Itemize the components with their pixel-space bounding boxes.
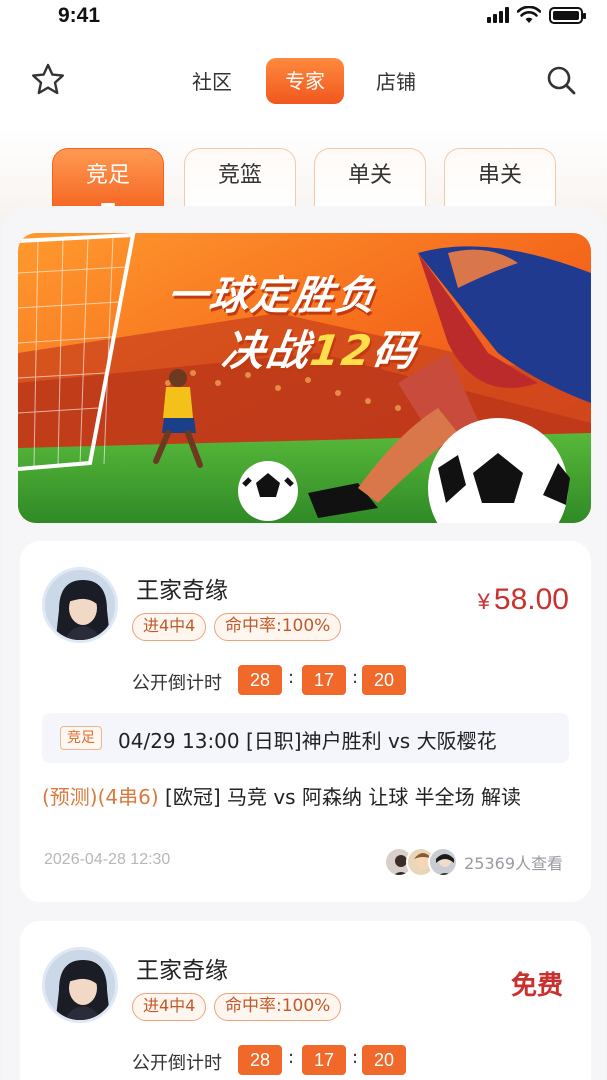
countdown-label: 公开倒计时	[132, 1053, 222, 1074]
countdown-separator: :	[352, 667, 359, 688]
status-time: 9:41	[58, 4, 101, 27]
viewer-avatar	[428, 847, 459, 877]
countdown-minutes: 17	[302, 1045, 346, 1075]
price-free: 免费	[510, 971, 563, 1001]
star-icon[interactable]	[30, 62, 66, 98]
signal-icon	[487, 7, 509, 23]
countdown-separator: :	[288, 1047, 295, 1068]
countdown-separator: :	[352, 1047, 359, 1068]
price: ¥58.00	[477, 583, 569, 616]
streak-badge: 进4中4	[132, 613, 207, 641]
search-icon[interactable]	[545, 64, 577, 96]
expert-card[interactable]: 王家奇缘 进4中4 命中率:100% ¥58.00 公开倒计时 28 : 17 …	[20, 541, 591, 902]
tab-community[interactable]: 社区	[192, 68, 232, 96]
match-text: 04/29 13:00 [日职]神户胜利 vs 大阪樱花	[118, 729, 497, 753]
countdown-hours: 28	[238, 665, 282, 695]
match-tag: 竞足	[60, 726, 102, 750]
expert-name[interactable]: 王家奇缘	[136, 951, 228, 985]
sport-tab-single[interactable]: 单关	[314, 148, 426, 210]
forecast-text[interactable]: (预测)(4串6) [欧冠] 马竞 vs 阿森纳 让球 半全场 解读	[42, 781, 521, 810]
publish-time: 2026-04-28 12:30	[44, 851, 171, 868]
promo-banner[interactable]: 一球定胜负 决战12码	[18, 233, 591, 523]
sport-tab-basketball[interactable]: 竞篮	[184, 148, 296, 210]
banner-subtitle: 决战12码	[219, 326, 421, 375]
hit-rate-badge: 命中率:100%	[214, 613, 342, 641]
status-bar: 9:41	[0, 0, 607, 38]
wifi-icon	[517, 6, 541, 23]
status-icons	[487, 6, 586, 24]
expert-card[interactable]: 王家奇缘 进4中4 命中率:100% 免费 公开倒计时 28 : 17 : 20	[20, 921, 591, 1080]
tab-store[interactable]: 店铺	[376, 68, 416, 96]
top-nav: 社区 专家 店铺	[0, 38, 607, 128]
sport-tabs: 竞足 竞篮 单关 串关	[0, 128, 607, 218]
match-row[interactable]: 竞足 04/29 13:00 [日职]神户胜利 vs 大阪樱花	[42, 713, 569, 763]
countdown-seconds: 20	[362, 665, 406, 695]
avatar[interactable]	[42, 567, 118, 643]
streak-badge: 进4中4	[132, 993, 207, 1021]
avatar[interactable]	[42, 947, 118, 1023]
hit-rate-badge: 命中率:100%	[214, 993, 342, 1021]
tab-experts[interactable]: 专家	[266, 58, 344, 104]
sport-tab-parlay[interactable]: 串关	[444, 148, 556, 210]
countdown-hours: 28	[238, 1045, 282, 1075]
countdown-separator: :	[288, 667, 295, 688]
banner-title: 一球定胜负	[164, 273, 381, 319]
sport-tab-football[interactable]: 竞足	[52, 148, 164, 214]
battery-icon	[549, 6, 586, 24]
viewer-count: 25369人查看	[464, 854, 563, 873]
expert-name[interactable]: 王家奇缘	[136, 571, 228, 605]
viewers: 25369人查看	[384, 845, 563, 879]
countdown-seconds: 20	[362, 1045, 406, 1075]
countdown-label: 公开倒计时	[132, 673, 222, 694]
countdown-minutes: 17	[302, 665, 346, 695]
